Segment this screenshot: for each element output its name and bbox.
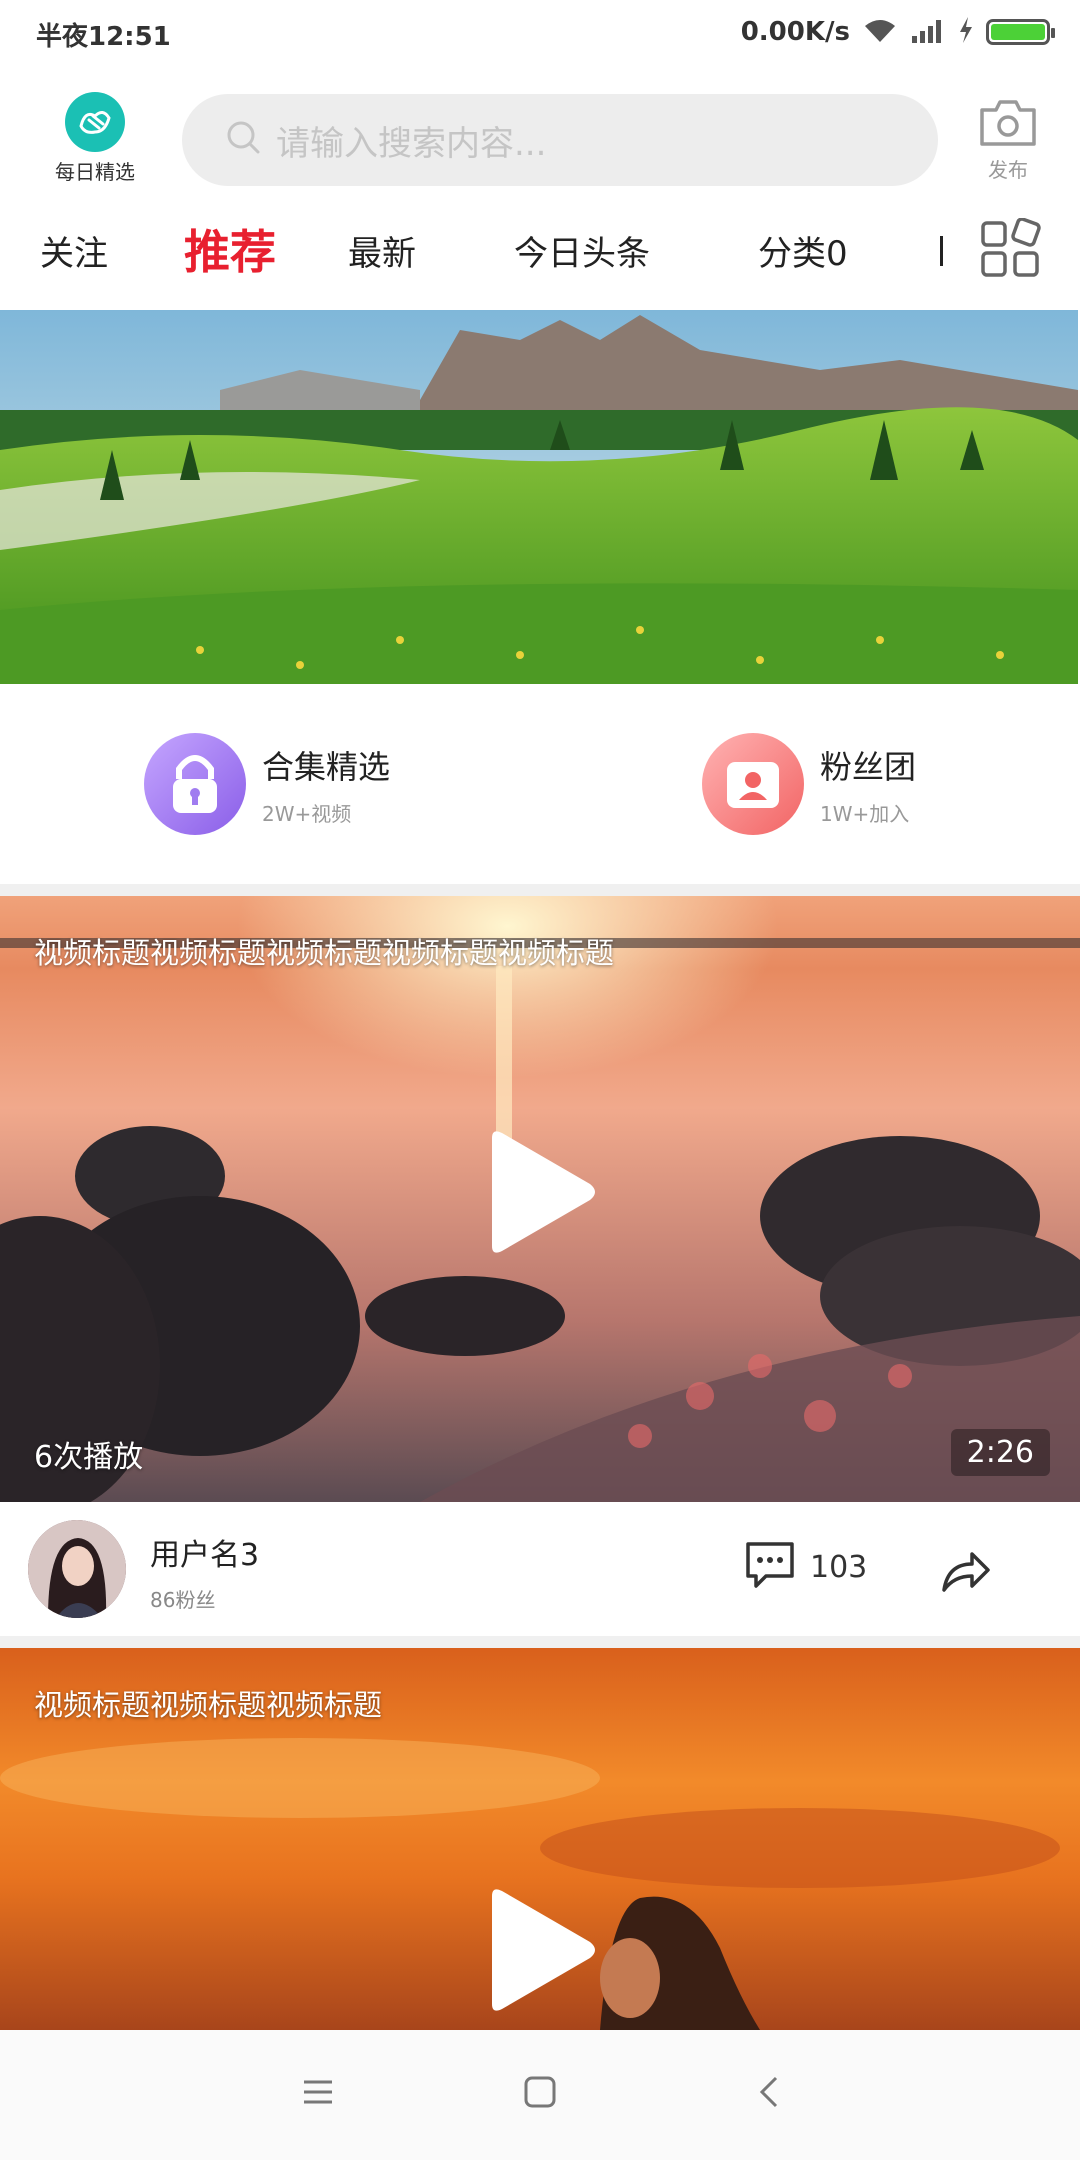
section-divider xyxy=(0,1636,1080,1648)
quick-entries: 合集精选 2W+视频 粉丝团 1W+加入 xyxy=(0,684,1080,884)
video-card-2[interactable]: 视频标题视频标题视频标题 xyxy=(0,1648,1080,2030)
tab-category-0[interactable]: 分类0 xyxy=(758,226,848,275)
daily-picks-icon xyxy=(65,92,125,152)
author-name[interactable]: 用户名3 xyxy=(150,1530,259,1574)
publish-button[interactable]: 发布 xyxy=(968,96,1048,183)
tab-follow[interactable]: 关注 xyxy=(40,226,108,275)
comment-icon xyxy=(744,1540,796,1594)
play-icon[interactable] xyxy=(480,1128,600,1256)
signal-icon xyxy=(910,16,946,48)
collection-picks-title: 合集精选 xyxy=(262,747,391,786)
share-icon[interactable] xyxy=(940,1548,992,1598)
publish-label: 发布 xyxy=(988,158,1028,182)
system-nav-bar xyxy=(0,2030,1080,2160)
tab-latest[interactable]: 最新 xyxy=(348,226,416,275)
wifi-icon xyxy=(862,16,898,48)
play-count: 6次播放 xyxy=(34,1440,144,1475)
top-header: 每日精选 请输入搜索内容... 发布 xyxy=(0,66,1080,196)
search-placeholder: 请输入搜索内容... xyxy=(276,123,547,164)
video-card-1[interactable]: 视频标题视频标题视频标题视频标题视频标题 6次播放 2:26 xyxy=(0,896,1080,1502)
author-fans: 86粉丝 xyxy=(150,1588,216,1612)
daily-picks-label: 每日精选 xyxy=(55,160,135,184)
comment-button[interactable]: 103 xyxy=(744,1540,867,1594)
search-input[interactable]: 请输入搜索内容... xyxy=(182,94,938,186)
collection-picks-subtitle: 2W+视频 xyxy=(262,801,352,826)
battery-icon xyxy=(986,19,1055,45)
video-meta-row: 用户名3 86粉丝 103 xyxy=(0,1502,1080,1636)
back-icon[interactable] xyxy=(752,2074,788,2114)
category-tabs: 关注 推荐 最新 今日头条 分类0 xyxy=(0,196,1080,296)
status-bar: 半夜12:51 0.00K/s xyxy=(0,0,1080,66)
camera-icon xyxy=(976,100,1040,154)
charging-icon xyxy=(958,16,974,48)
tab-headlines[interactable]: 今日头条 xyxy=(514,226,650,275)
fan-group-icon xyxy=(702,733,804,835)
search-icon xyxy=(226,120,262,160)
avatar[interactable] xyxy=(28,1520,126,1618)
daily-picks-button[interactable]: 每日精选 xyxy=(40,92,150,185)
tab-recommend[interactable]: 推荐 xyxy=(184,216,276,282)
video-duration: 2:26 xyxy=(950,1429,1050,1476)
video-title: 视频标题视频标题视频标题 xyxy=(34,1688,383,1722)
grid-menu-icon[interactable] xyxy=(980,217,1042,280)
lock-icon xyxy=(144,733,246,835)
fan-group-title: 粉丝团 xyxy=(820,747,917,786)
network-speed: 0.00K/s xyxy=(740,17,850,47)
comment-count: 103 xyxy=(810,1549,868,1585)
menu-icon[interactable] xyxy=(300,2074,336,2114)
status-time: 半夜12:51 xyxy=(36,22,171,52)
status-right: 0.00K/s xyxy=(740,14,1055,50)
play-icon[interactable] xyxy=(480,1886,600,2014)
banner-image[interactable] xyxy=(0,310,1078,684)
home-icon[interactable] xyxy=(522,2074,558,2114)
tab-overflow xyxy=(940,226,948,270)
video-title: 视频标题视频标题视频标题视频标题视频标题 xyxy=(34,936,615,970)
fan-group-subtitle: 1W+加入 xyxy=(820,801,910,826)
fan-group-entry[interactable]: 粉丝团 1W+加入 xyxy=(702,732,916,836)
section-divider xyxy=(0,884,1080,896)
collection-picks-entry[interactable]: 合集精选 2W+视频 xyxy=(144,732,390,836)
